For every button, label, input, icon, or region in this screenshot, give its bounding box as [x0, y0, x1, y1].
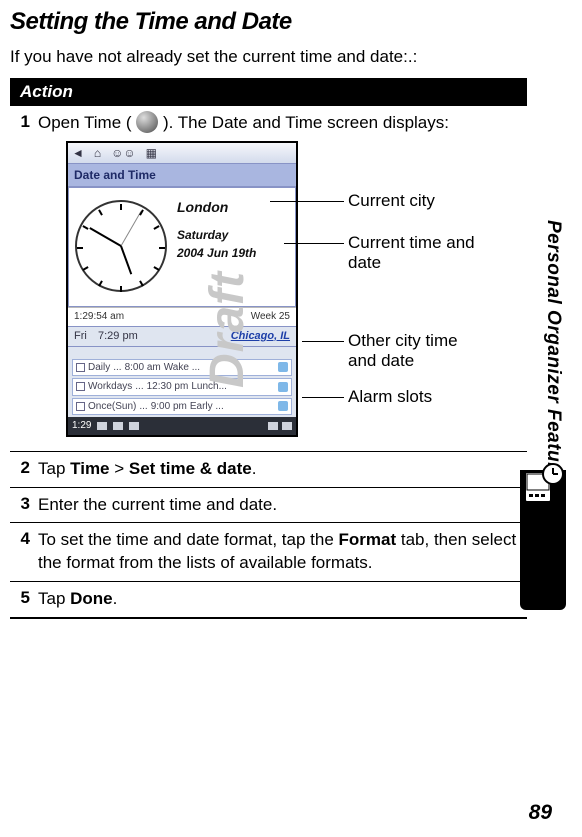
alarm-row: Once(Sun) ... 9:00 pm Early ... — [72, 398, 292, 416]
step1-pre: Open Time ( — [38, 113, 136, 132]
side-section-label: Personal Organizer Features — [542, 220, 564, 492]
other-day-label: Fri — [74, 329, 98, 344]
page-number: 89 — [529, 801, 552, 825]
page-title: Setting the Time and Date — [0, 0, 582, 40]
bell-icon — [278, 382, 288, 392]
bell-icon — [278, 401, 288, 411]
alarm-time: 12:30 pm — [147, 380, 189, 394]
step-number: 4 — [10, 529, 38, 575]
digital-time: 1:29:54 am — [74, 310, 124, 324]
alarm-checkbox — [76, 402, 85, 411]
intro-text: If you have not already set the current … — [0, 40, 582, 78]
callout-current-city: Current city — [348, 191, 435, 211]
device-subbar: 1:29:54 am Week 25 — [68, 307, 296, 326]
bell-icon — [278, 362, 288, 372]
sound-icon — [113, 422, 123, 430]
calendar-icon: ▦ — [146, 145, 157, 161]
analog-clock — [75, 200, 167, 292]
other-city-row: Fri 7:29 pm Chicago, IL — [68, 326, 296, 347]
step-number: 5 — [10, 588, 38, 611]
step-5: 5 Tap Done. — [10, 582, 527, 619]
current-date: 2004 Jun 19th — [177, 245, 256, 261]
alarm-row: Workdays ... 12:30 pm Lunch... — [72, 378, 292, 396]
alarm-time: 8:00 am — [125, 361, 161, 375]
current-day: Saturday — [177, 227, 256, 243]
step1-post: ). The Date and Time screen displays: — [158, 113, 449, 132]
alarm-label: Once(Sun) — [88, 400, 136, 414]
back-icon: ◄ — [72, 145, 84, 161]
organizer-icon — [521, 462, 565, 506]
callout-current-time-date: Current time anddate — [348, 233, 475, 274]
other-time: 7:29 pm — [98, 329, 158, 344]
step-text: To set the time and date format, tap the… — [38, 529, 527, 575]
alarm-label: Daily — [88, 361, 110, 375]
step-2: 2 Tap Time > Set time & date. — [10, 452, 527, 488]
alarm-time: 9:00 pm — [151, 400, 187, 414]
step-text: Open Time ( ). The Date and Time screen … — [38, 112, 527, 444]
callout-other-city: Other city timeand date — [348, 331, 458, 372]
alarm-name: Wake ... — [164, 361, 200, 375]
time-app-icon — [136, 111, 158, 133]
alarm-checkbox — [76, 363, 85, 372]
step-number: 3 — [10, 494, 38, 517]
alarm-dots: ... — [135, 380, 143, 394]
step-3: 3 Enter the current time and date. — [10, 488, 527, 524]
keyboard-icon — [97, 422, 107, 430]
battery-icon — [282, 422, 292, 430]
alarm-row: Daily ... 8:00 am Wake ... — [72, 359, 292, 377]
alarm-dots: ... — [139, 400, 147, 414]
step-text: Tap Done. — [38, 588, 527, 611]
alarm-name: Lunch... — [191, 380, 227, 394]
current-city: London — [177, 198, 256, 217]
week-number: Week 25 — [251, 310, 290, 324]
step-text: Enter the current time and date. — [38, 494, 527, 517]
other-city: Chicago, IL — [158, 329, 290, 344]
home-icon: ⌂ — [94, 145, 101, 161]
action-body: 1 Open Time ( ). The Date and Time scree… — [10, 106, 527, 619]
bluetooth-icon — [129, 422, 139, 430]
side-tab-graphic — [520, 470, 566, 630]
step-4: 4 To set the time and date format, tap t… — [10, 523, 527, 582]
alarm-label: Workdays — [88, 380, 132, 394]
contacts-icon: ☺☺ — [111, 145, 136, 161]
signal-icon — [268, 422, 278, 430]
device-toolbar: ◄ ⌂ ☺☺ ▦ — [68, 143, 296, 163]
alarm-dots: ... — [113, 361, 121, 375]
device-main: London Saturday 2004 Jun 19th — [68, 187, 296, 307]
device-frame: ◄ ⌂ ☺☺ ▦ Date and Time — [66, 141, 298, 437]
step-number: 1 — [10, 112, 38, 444]
status-time: 1:29 — [72, 419, 91, 433]
device-info: London Saturday 2004 Jun 19th — [173, 188, 262, 306]
callout-alarm-slots: Alarm slots — [348, 387, 432, 407]
step-text: Tap Time > Set time & date. — [38, 458, 527, 481]
alarm-name: Early ... — [190, 400, 224, 414]
device-titlebar: Date and Time — [68, 163, 296, 187]
step-1: 1 Open Time ( ). The Date and Time scree… — [10, 106, 527, 451]
device-statusbar: 1:29 — [68, 417, 296, 435]
device-screenshot: ◄ ⌂ ☺☺ ▦ Date and Time — [66, 141, 496, 437]
step-number: 2 — [10, 458, 38, 481]
action-header: Action — [10, 78, 527, 106]
alarm-checkbox — [76, 382, 85, 391]
